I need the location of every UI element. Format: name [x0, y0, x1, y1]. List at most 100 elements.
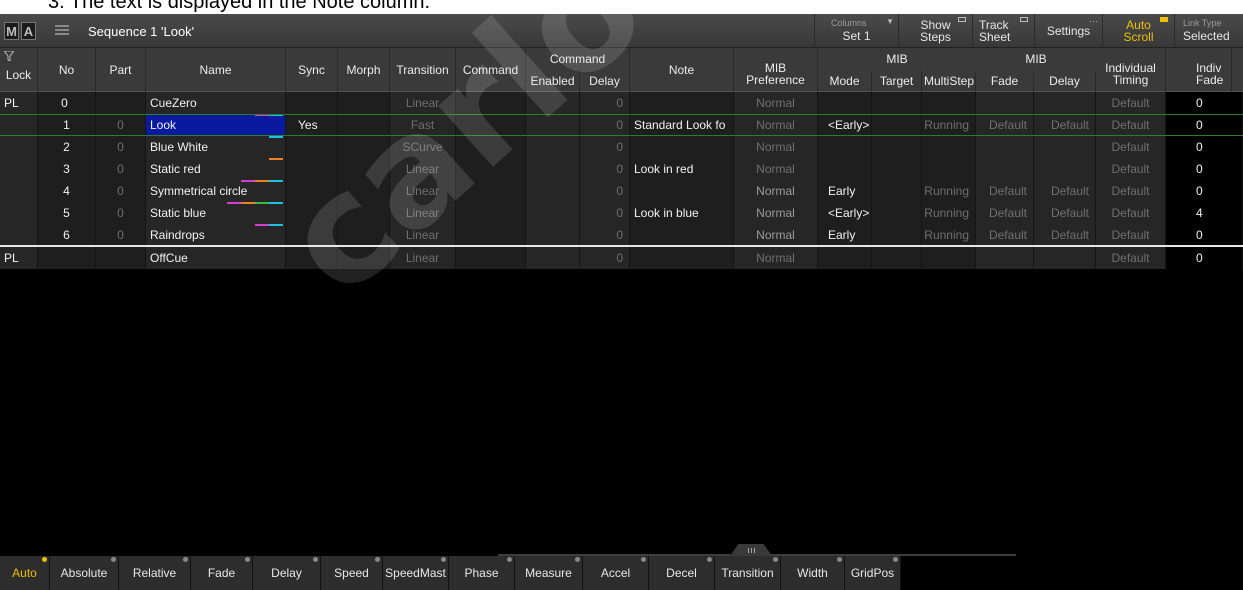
link-type-button[interactable]: Link Type Selected: [1174, 14, 1243, 48]
cell-target[interactable]: [872, 247, 922, 269]
col-header-morph[interactable]: Morph: [338, 48, 390, 92]
encoder-mode-measure-button[interactable]: Measure: [515, 556, 583, 590]
cell-part[interactable]: 0: [96, 158, 146, 180]
encoder-mode-fade-button[interactable]: Fade: [191, 556, 253, 590]
cell-note[interactable]: [630, 136, 734, 158]
cell-mib-delay[interactable]: Default: [1034, 114, 1096, 136]
encoder-mode-width-button[interactable]: Width: [781, 556, 845, 590]
encoder-mode-relative-button[interactable]: Relative: [119, 556, 191, 590]
cell-transition[interactable]: SCurve: [390, 136, 456, 158]
show-steps-button[interactable]: Show Steps: [898, 14, 972, 48]
cell-no[interactable]: 4: [38, 180, 96, 202]
cell-note[interactable]: Look in blue: [630, 202, 734, 224]
col-header-indiv-fade[interactable]: Indiv Fade: [1166, 48, 1232, 92]
cell-mib-pref[interactable]: Normal: [734, 92, 818, 114]
cell-mib-pref[interactable]: Normal: [734, 136, 818, 158]
col-header-multistep[interactable]: MultiStep: [922, 70, 976, 92]
cell-delay[interactable]: 0: [580, 202, 630, 224]
cell-indiv-fade[interactable]: 0: [1166, 158, 1243, 180]
cell-note[interactable]: [630, 180, 734, 202]
cell-mode[interactable]: [818, 92, 872, 114]
cell-morph[interactable]: [338, 247, 390, 269]
cell-name[interactable]: CueZero: [146, 92, 286, 114]
cell-mode[interactable]: [818, 247, 872, 269]
cell-indiv-fade[interactable]: 0: [1166, 92, 1243, 114]
cell-indiv-timing[interactable]: Default: [1096, 202, 1166, 224]
resize-grip-icon[interactable]: [730, 544, 772, 556]
cell-fade[interactable]: Default: [976, 114, 1034, 136]
cell-sync[interactable]: [286, 224, 338, 246]
cell-enabled[interactable]: [526, 92, 580, 114]
cell-indiv-timing[interactable]: Default: [1096, 158, 1166, 180]
cell-transition[interactable]: Linear: [390, 180, 456, 202]
cell-transition[interactable]: Linear: [390, 202, 456, 224]
table-row[interactable]: 1 0 Look Yes Fast 0 Standard Look fo Normal <Ear…: [0, 114, 1243, 136]
cell-mib-delay[interactable]: [1034, 158, 1096, 180]
cell-indiv-timing[interactable]: Default: [1096, 247, 1166, 269]
cell-lock[interactable]: [0, 136, 38, 158]
cell-fade[interactable]: [976, 247, 1034, 269]
col-header-command[interactable]: Command: [456, 48, 526, 92]
cell-indiv-fade[interactable]: 0: [1166, 180, 1243, 202]
cell-name[interactable]: Static red: [146, 158, 286, 180]
cell-indiv-timing[interactable]: Default: [1096, 180, 1166, 202]
col-header-enabled[interactable]: Enabled: [526, 70, 580, 92]
cell-command[interactable]: [456, 136, 526, 158]
columns-set-button[interactable]: Columns Set 1 ▼: [814, 14, 898, 48]
col-header-no[interactable]: No: [38, 48, 96, 92]
cell-mib-pref[interactable]: Normal: [734, 202, 818, 224]
col-header-target[interactable]: Target: [872, 70, 922, 92]
cell-target[interactable]: [872, 224, 922, 246]
cell-multistep[interactable]: Running: [922, 202, 976, 224]
col-header-mib-delay[interactable]: Delay: [1034, 70, 1096, 92]
cell-indiv-fade[interactable]: 4: [1166, 202, 1243, 224]
cell-fade[interactable]: [976, 158, 1034, 180]
cell-delay[interactable]: 0: [580, 224, 630, 246]
cell-mib-delay[interactable]: [1034, 136, 1096, 158]
cell-target[interactable]: [872, 136, 922, 158]
table-row[interactable]: 6 0 Raindrops Linear 0 Normal Early Running Defa…: [0, 224, 1243, 246]
settings-button[interactable]: Settings …: [1034, 14, 1102, 48]
cell-mib-pref[interactable]: Normal: [734, 247, 818, 269]
cell-morph[interactable]: [338, 114, 390, 136]
cell-indiv-timing[interactable]: Default: [1096, 136, 1166, 158]
encoder-mode-speed-button[interactable]: Speed: [321, 556, 383, 590]
cell-morph[interactable]: [338, 224, 390, 246]
cell-enabled[interactable]: [526, 247, 580, 269]
cell-name[interactable]: OffCue: [146, 247, 286, 269]
col-header-name[interactable]: Name: [146, 48, 286, 92]
cell-indiv-fade[interactable]: 0: [1166, 114, 1243, 136]
encoder-mode-transition-button[interactable]: Transition: [715, 556, 781, 590]
table-row[interactable]: 3 0 Static red Linear 0 Look in red Normal Defa…: [0, 158, 1243, 180]
table-row[interactable]: 2 0 Blue White SCurve 0 Normal Default 0: [0, 136, 1243, 158]
cell-mode[interactable]: <Early>: [818, 114, 872, 136]
cell-indiv-timing[interactable]: Default: [1096, 224, 1166, 246]
encoder-mode-accel-button[interactable]: Accel: [583, 556, 649, 590]
cell-sync[interactable]: [286, 136, 338, 158]
cell-mode[interactable]: [818, 158, 872, 180]
cell-no[interactable]: 0: [38, 92, 96, 114]
cell-indiv-timing[interactable]: Default: [1096, 114, 1166, 136]
cell-no[interactable]: 2: [38, 136, 96, 158]
cell-delay[interactable]: 0: [580, 247, 630, 269]
cell-no[interactable]: 6: [38, 224, 96, 246]
cell-lock[interactable]: [0, 180, 38, 202]
cell-part[interactable]: 0: [96, 136, 146, 158]
encoder-mode-absolute-button[interactable]: Absolute: [50, 556, 119, 590]
cell-command[interactable]: [456, 158, 526, 180]
cell-name[interactable]: Symmetrical circle: [146, 180, 286, 202]
col-header-transition[interactable]: Transition: [390, 48, 456, 92]
cell-target[interactable]: [872, 92, 922, 114]
cell-delay[interactable]: 0: [580, 92, 630, 114]
table-row[interactable]: 5 0 Static blue Linear 0 Look in blue Normal <E…: [0, 202, 1243, 224]
cell-sync[interactable]: [286, 202, 338, 224]
cell-enabled[interactable]: [526, 224, 580, 246]
cell-enabled[interactable]: [526, 202, 580, 224]
cell-mib-pref[interactable]: Normal: [734, 224, 818, 246]
cell-indiv-fade[interactable]: 0: [1166, 247, 1243, 269]
cell-note[interactable]: Look in red: [630, 158, 734, 180]
cell-morph[interactable]: [338, 136, 390, 158]
cell-fade[interactable]: Default: [976, 224, 1034, 246]
cell-multistep[interactable]: [922, 158, 976, 180]
cell-name[interactable]: Static blue: [146, 202, 286, 224]
